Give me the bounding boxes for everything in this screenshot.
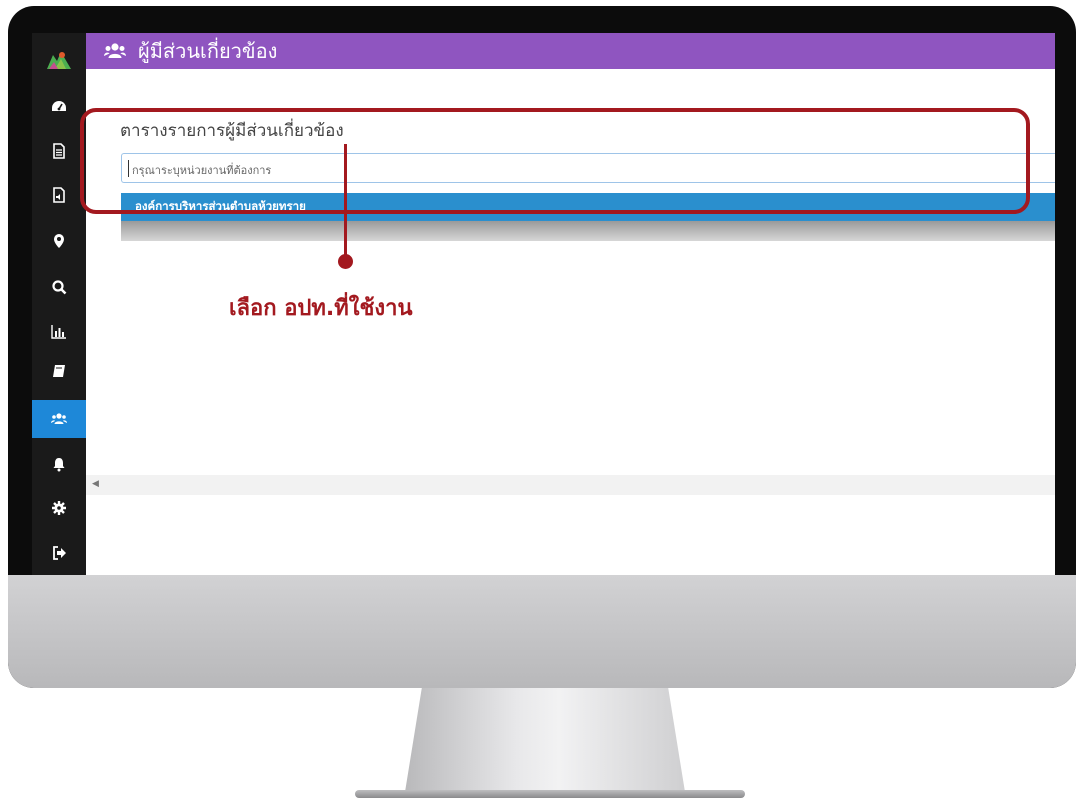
document-icon [53,143,65,159]
search-icon [52,280,67,295]
sidebar-item-dashboard[interactable] [32,88,86,126]
sidebar-item-logout[interactable] [32,534,86,572]
annotation-pointer-line [344,144,347,262]
sidebar-item-search[interactable] [32,268,86,306]
app-logo-icon[interactable] [46,47,72,71]
book-icon [53,365,65,377]
users-icon [104,43,126,58]
bell-icon [53,458,65,472]
monitor-chin [8,575,1076,688]
sidebar-item-report[interactable] [32,312,86,350]
sign-out-icon [53,546,66,560]
horizontal-scrollbar[interactable]: ◀ [86,475,1055,495]
sidebar [32,33,86,575]
annotation-callout: เลือก อปท.ที่ใช้งาน [229,296,413,321]
dashboard-icon [52,101,66,111]
page-title: ผู้มีส่วนเกี่ยวข้อง [138,39,278,63]
audio-file-icon [53,187,65,203]
scroll-left-arrow-icon[interactable]: ◀ [92,479,99,489]
sidebar-item-book[interactable] [32,352,86,390]
gear-icon [52,501,66,515]
users-icon [51,413,67,424]
monitor-stand-base [355,790,745,798]
monitor-stand [405,688,685,792]
sidebar-item-document[interactable] [32,132,86,170]
sidebar-item-audio[interactable] [32,176,86,214]
sidebar-item-location[interactable] [32,222,86,260]
bar-chart-icon [51,325,66,339]
map-marker-icon [54,234,64,248]
annotation-pointer-dot [338,254,353,269]
annotation-highlight-box [80,108,1030,214]
table-header-obscured [121,221,1055,241]
sidebar-item-notifications[interactable] [32,445,86,483]
sidebar-item-settings[interactable] [32,489,86,527]
page-header: ผู้มีส่วนเกี่ยวข้อง [86,33,1055,69]
sidebar-item-stakeholders[interactable] [32,400,86,438]
